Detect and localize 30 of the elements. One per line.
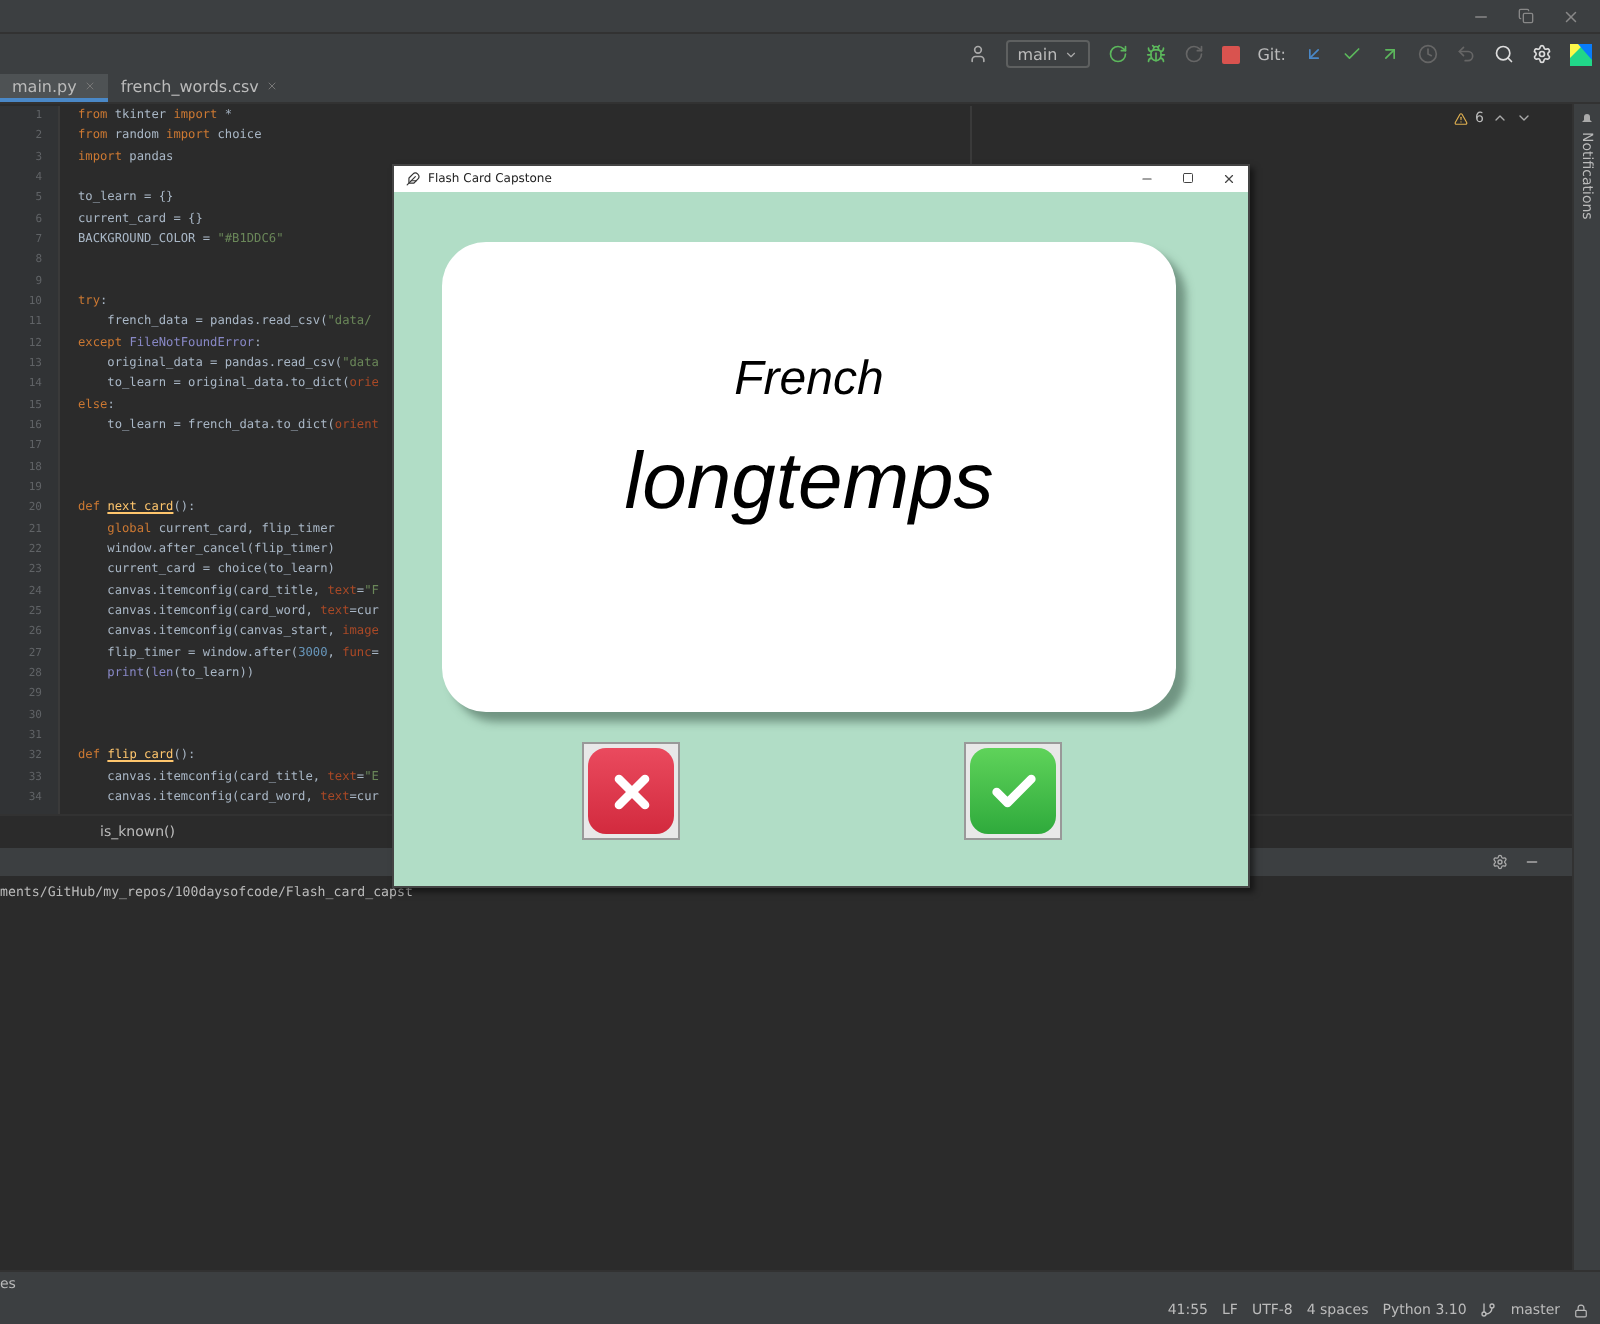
- stop-icon[interactable]: [1221, 45, 1240, 63]
- card-word: longtemps: [624, 436, 994, 530]
- file-tab[interactable]: main.py: [0, 74, 109, 102]
- caret-icon: [1063, 47, 1078, 61]
- chevron-up-icon[interactable]: [1492, 110, 1508, 126]
- lock-icon[interactable]: [1574, 1303, 1588, 1317]
- card-title: French: [734, 350, 884, 410]
- search-icon[interactable]: [1494, 44, 1514, 64]
- branch-icon[interactable]: [1480, 1302, 1497, 1318]
- feather-icon: [406, 172, 420, 186]
- git-label: Git:: [1257, 45, 1286, 63]
- chevron-down-icon[interactable]: [1516, 110, 1532, 126]
- logo-icon[interactable]: [1570, 43, 1592, 65]
- wrong-button[interactable]: [582, 742, 680, 840]
- debug-icon[interactable]: [1145, 44, 1166, 64]
- user-icon[interactable]: [967, 44, 988, 64]
- close-icon[interactable]: [1222, 172, 1236, 186]
- settings-icon[interactable]: [1492, 854, 1508, 870]
- bell-icon[interactable]: [1580, 112, 1594, 126]
- run-config-dropdown[interactable]: main: [1005, 40, 1090, 68]
- file-tab[interactable]: french_words.csv: [108, 74, 291, 102]
- commit-check-icon[interactable]: [1342, 44, 1362, 64]
- warning-icon: [1453, 111, 1468, 125]
- rerun-icon[interactable]: [1107, 44, 1128, 64]
- update-arrow-icon[interactable]: [1304, 44, 1324, 64]
- maximize-icon[interactable]: [1182, 172, 1194, 184]
- minimize-icon[interactable]: [1140, 172, 1154, 186]
- right-button[interactable]: [964, 742, 1062, 840]
- restore-icon[interactable]: [1518, 8, 1534, 24]
- push-arrow-icon[interactable]: [1380, 44, 1400, 64]
